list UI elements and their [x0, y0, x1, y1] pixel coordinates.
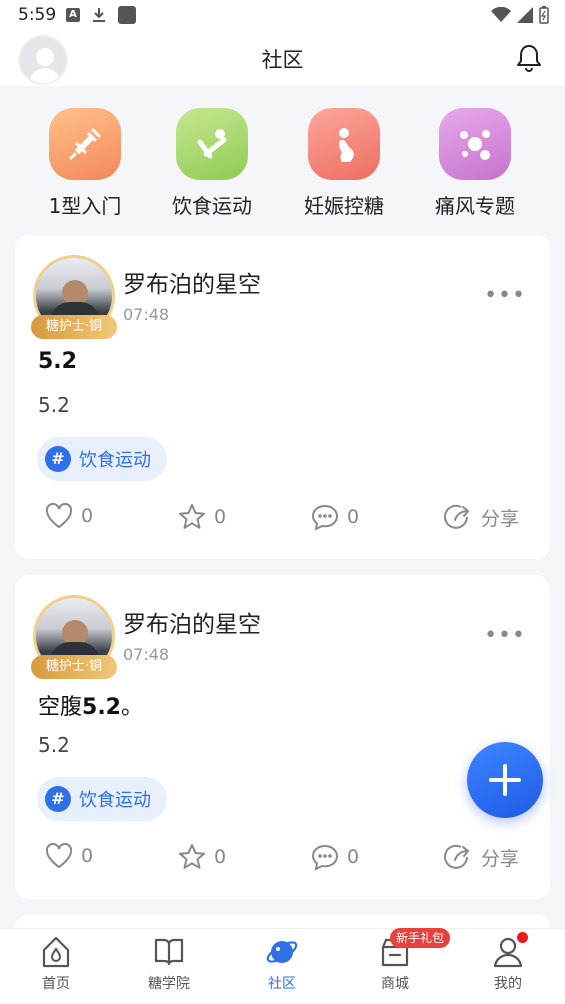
molecule-icon — [439, 108, 511, 180]
header: 社区 — [0, 30, 565, 86]
author-badge: 糖护士·铜 — [31, 315, 117, 339]
bottom-tab-bar: 首页 糖学院 社区 商城 我的 — [0, 928, 565, 1004]
share-button[interactable]: 分享 — [443, 503, 519, 531]
tab-mine[interactable]: 我的 — [458, 935, 558, 993]
a-notification-icon: A — [66, 8, 80, 22]
exercise-icon — [176, 108, 248, 180]
like-button[interactable]: 0 — [45, 843, 93, 869]
category-label: 1型入门 — [48, 194, 122, 218]
planet-icon — [266, 941, 298, 963]
tab-label: 糖学院 — [148, 976, 190, 992]
comment-count: 0 — [347, 506, 360, 528]
post-title[interactable]: 5.2 — [38, 349, 77, 374]
topic-label: 饮食运动 — [79, 450, 151, 471]
favorite-button[interactable]: 0 — [178, 843, 226, 871]
category-diet-exercise[interactable]: 饮食运动 — [157, 108, 267, 219]
share-label: 分享 — [481, 507, 520, 530]
like-button[interactable]: 0 — [45, 503, 93, 529]
new-user-gift-badge[interactable]: 新手礼包 — [390, 928, 451, 948]
home-icon — [42, 936, 70, 968]
post-body[interactable]: 5.2 — [38, 733, 70, 757]
book-icon — [154, 938, 184, 966]
comment-icon — [311, 844, 339, 871]
app-notification-icon — [118, 6, 136, 24]
download-icon — [93, 8, 105, 22]
plus-icon — [489, 764, 521, 796]
tab-label: 首页 — [42, 976, 70, 992]
tab-label: 社区 — [268, 976, 296, 992]
heart-icon — [45, 843, 73, 869]
author-badge: 糖护士·铜 — [31, 655, 117, 679]
notification-dot — [517, 932, 528, 943]
comment-button[interactable]: 0 — [311, 503, 359, 531]
category-label: 饮食运动 — [172, 194, 252, 218]
topic-tag[interactable]: # 饮食运动 — [37, 437, 167, 481]
tab-label: 商城 — [381, 976, 409, 992]
post-title-bold: 5.2 — [38, 349, 77, 374]
favorite-button[interactable]: 0 — [178, 503, 226, 531]
author-name[interactable]: 罗布泊的星空 — [123, 265, 261, 299]
star-icon — [179, 844, 205, 869]
post-time: 07:48 — [123, 305, 170, 324]
post-title-bold: 5.2 — [82, 695, 121, 720]
share-icon — [444, 504, 470, 529]
author-name[interactable]: 罗布泊的星空 — [123, 605, 261, 639]
battery-icon — [539, 6, 549, 24]
topic-label: 饮食运动 — [79, 790, 151, 811]
post-card[interactable]: 糖护士·铜 罗布泊的星空 07:48 ••• 空腹5.2。 5.2 # 饮食运动… — [15, 575, 550, 899]
comment-button[interactable]: 0 — [311, 843, 359, 871]
hashtag-icon: # — [45, 786, 71, 812]
create-post-button[interactable] — [467, 742, 543, 818]
tab-community[interactable]: 社区 — [232, 935, 332, 993]
share-button[interactable]: 分享 — [443, 843, 519, 871]
bell-icon[interactable] — [513, 42, 545, 74]
share-icon — [444, 844, 470, 869]
category-label: 妊娠控糖 — [304, 194, 384, 218]
pregnancy-icon — [308, 108, 380, 180]
signal-icon — [517, 7, 533, 23]
like-count: 0 — [81, 505, 94, 527]
heart-icon — [45, 503, 73, 529]
status-time: 5:59 — [18, 5, 57, 25]
share-label: 分享 — [481, 847, 520, 870]
comment-icon — [311, 504, 339, 531]
tab-home[interactable]: 首页 — [6, 935, 106, 993]
favorite-count: 0 — [214, 846, 227, 868]
post-card[interactable]: 糖护士·铜 罗布泊的星空 07:48 ••• 5.2 5.2 # 饮食运动 0 … — [15, 235, 550, 559]
post-body[interactable]: 5.2 — [38, 393, 70, 417]
syringe-icon — [49, 108, 121, 180]
post-title-suffix: 。 — [121, 695, 144, 720]
post-title[interactable]: 空腹5.2。 — [38, 689, 143, 721]
more-icon[interactable]: ••• — [484, 283, 526, 308]
post-actions: 0 0 0 分享 — [15, 503, 550, 539]
status-left-icons: A — [66, 6, 136, 24]
wifi-icon — [491, 7, 511, 22]
comment-count: 0 — [347, 846, 360, 868]
category-label: 痛风专题 — [435, 194, 515, 218]
status-right-icons — [491, 6, 549, 24]
hashtag-icon: # — [45, 446, 71, 472]
post-actions: 0 0 0 分享 — [15, 843, 550, 879]
category-gout[interactable]: 痛风专题 — [420, 108, 530, 219]
tab-academy[interactable]: 糖学院 — [119, 935, 219, 993]
favorite-count: 0 — [214, 506, 227, 528]
category-row: 1型入门 饮食运动 妊娠控糖 痛风专题 — [0, 100, 565, 218]
post-time: 07:48 — [123, 645, 170, 664]
category-type1[interactable]: 1型入门 — [30, 108, 140, 219]
topic-tag[interactable]: # 饮食运动 — [37, 777, 167, 821]
post-title-prefix: 空腹 — [38, 695, 83, 720]
status-bar: 5:59 A — [0, 0, 565, 30]
like-count: 0 — [81, 845, 94, 867]
tab-label: 我的 — [494, 976, 522, 992]
star-icon — [179, 504, 205, 529]
category-pregnancy[interactable]: 妊娠控糖 — [289, 108, 399, 219]
more-icon[interactable]: ••• — [484, 623, 526, 648]
page-title: 社区 — [261, 48, 304, 72]
